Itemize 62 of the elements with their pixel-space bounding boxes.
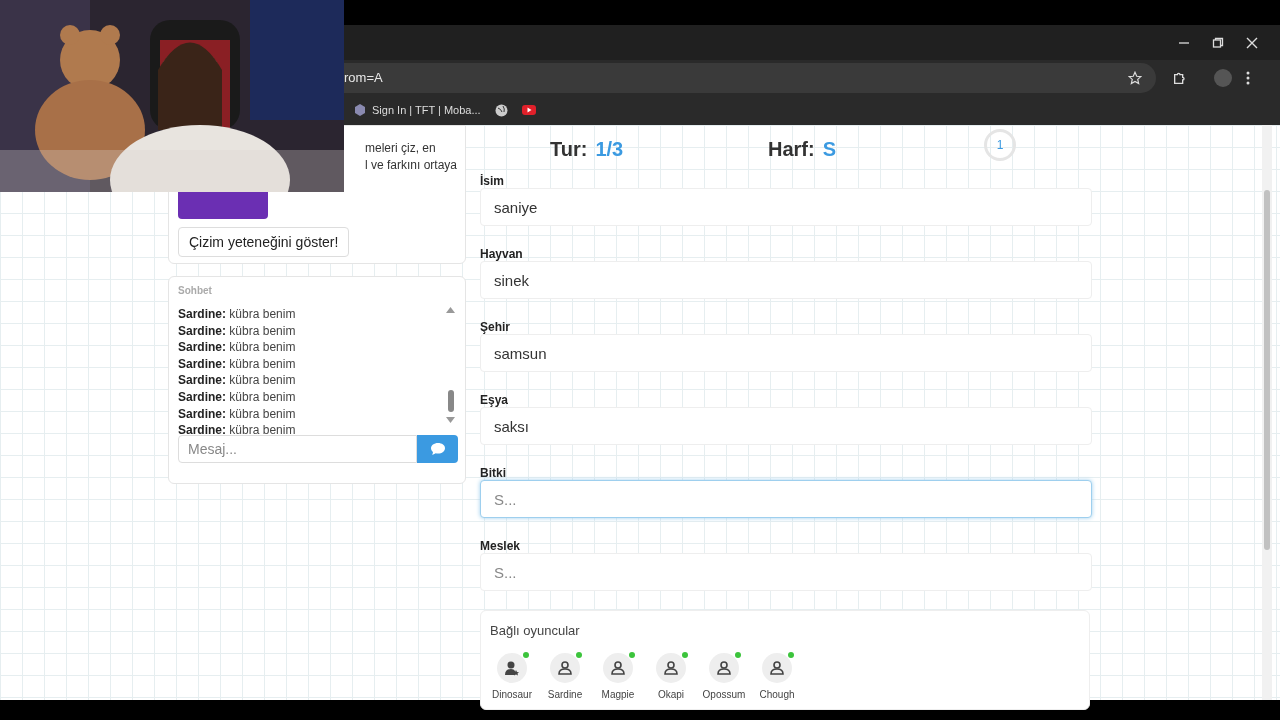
- shield-icon: [354, 104, 366, 116]
- globe-icon[interactable]: [494, 103, 508, 117]
- chat-title: Sohbet: [178, 284, 213, 298]
- user-star-icon: [504, 659, 520, 676]
- players-title: Bağlı oyuncular: [490, 622, 581, 640]
- chat-message: Sardine: kübra benim: [178, 405, 296, 423]
- chat-message: Sardine: kübra benim: [178, 322, 296, 340]
- restore-icon[interactable]: [1212, 36, 1224, 49]
- letter-label: Harf:: [768, 137, 815, 162]
- field-label: Şehir: [480, 319, 511, 334]
- player-name: Magpie: [601, 687, 635, 702]
- draw-button[interactable]: Çizim yeteneğini göster!: [178, 227, 350, 257]
- player-name: Okapi: [657, 687, 685, 702]
- play-icon[interactable]: [521, 105, 536, 115]
- player-avatar[interactable]: [550, 652, 580, 683]
- text-field[interactable]: sinek: [480, 261, 1092, 299]
- message-field[interactable]: Mesaj...: [178, 435, 417, 463]
- menu-icon[interactable]: [1246, 70, 1250, 85]
- field-label: İsim: [480, 173, 505, 188]
- chat-bubble-icon: [430, 443, 445, 455]
- field-label: Meslek: [480, 538, 522, 553]
- player-name: Sardine: [547, 687, 583, 702]
- player-avatar[interactable]: [709, 652, 739, 683]
- round-value: 1/3: [595, 137, 624, 162]
- description-text: l ve farkını ortaya: [365, 157, 459, 174]
- field-label: Eşya: [480, 392, 510, 407]
- player-avatar[interactable]: [656, 652, 686, 683]
- player-name: Dinosaur: [492, 687, 532, 702]
- round-label: Tur:: [550, 137, 588, 162]
- user-icon: [610, 659, 626, 676]
- text-field[interactable]: saniye: [480, 188, 1092, 226]
- user-icon: [716, 659, 732, 676]
- player-avatar[interactable]: [762, 652, 792, 683]
- field-label: Hayvan: [480, 246, 524, 261]
- address-text: rom=A: [344, 68, 383, 87]
- letter-value: S: [822, 137, 836, 162]
- chat-message: Sardine: kübra benim: [178, 388, 296, 406]
- user-icon: [663, 659, 679, 676]
- chat-message: Sardine: kübra benim: [178, 339, 296, 356]
- user-icon: [557, 659, 573, 676]
- scroll-up-icon[interactable]: [446, 307, 455, 313]
- close-icon[interactable]: [1246, 36, 1258, 49]
- send-button[interactable]: [417, 435, 458, 463]
- scroll-down-icon[interactable]: [446, 417, 455, 423]
- address-bar[interactable]: rom=A: [344, 62, 1156, 93]
- text-field[interactable]: saksı: [480, 407, 1092, 445]
- chat-message: Sardine: kübra benim: [178, 355, 296, 373]
- scrollbar-thumb[interactable]: [1264, 190, 1270, 550]
- player-name: Chough: [759, 687, 795, 702]
- field-label: Bitki: [480, 465, 507, 480]
- bookmark-item[interactable]: Sign In | TFT | Moba...: [354, 101, 481, 119]
- player-name: Opossum: [702, 687, 746, 702]
- chat-message: Sardine: kübra benim: [178, 372, 296, 389]
- chat-scrollbar-thumb[interactable]: [448, 390, 454, 412]
- user-icon: [769, 659, 785, 676]
- description-text: meleri çiz, en: [365, 140, 437, 157]
- player-avatar[interactable]: [603, 652, 633, 683]
- host-avatar[interactable]: [497, 652, 527, 683]
- text-field[interactable]: S...: [480, 480, 1092, 518]
- text-field[interactable]: samsun: [480, 334, 1092, 372]
- chat-message: Sardine: kübra benim: [178, 306, 296, 323]
- star-icon[interactable]: [1128, 70, 1142, 85]
